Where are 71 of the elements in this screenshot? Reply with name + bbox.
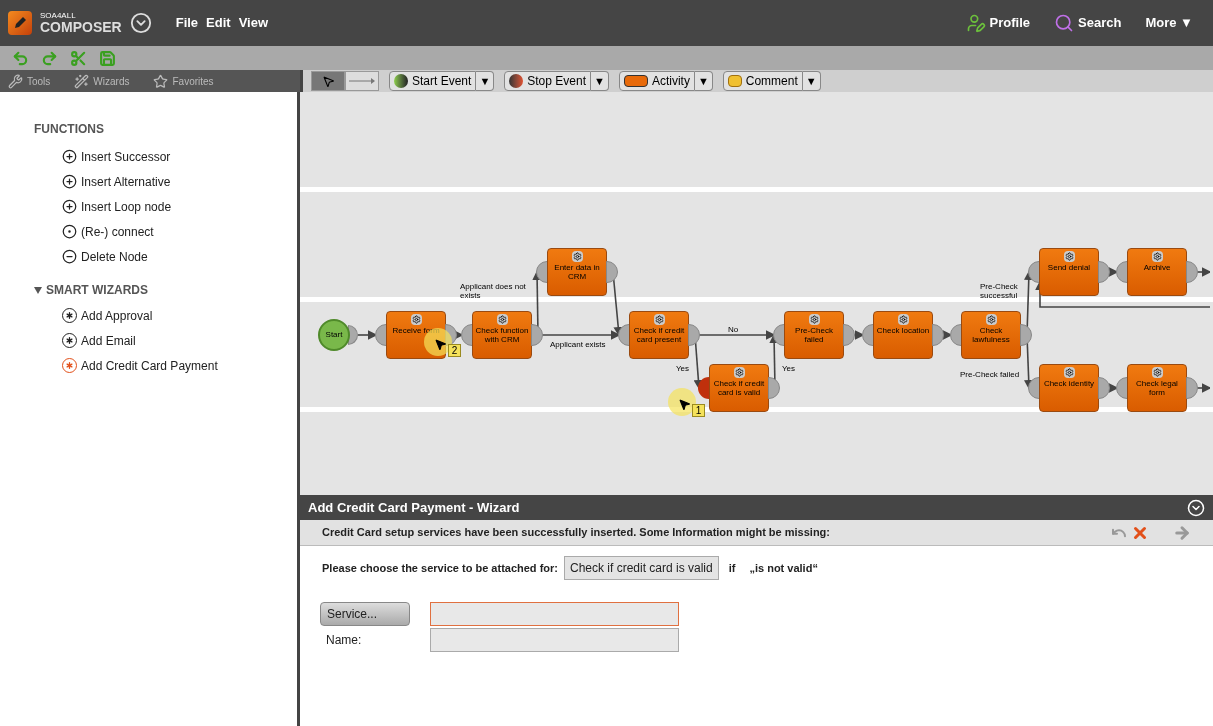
activity-node[interactable]: Check if credit card present [629, 311, 689, 359]
service-button[interactable]: Service... [320, 602, 410, 626]
activity-node[interactable]: Enter data in CRM [547, 248, 607, 296]
status-message: Credit Card setup services have been successfully inserted. Some Information might be missing: [322, 525, 830, 541]
header-link[interactable]: Search [1078, 13, 1122, 33]
palette-label: Activity [651, 73, 690, 90]
node-label: Check lawfulness [971, 326, 1011, 344]
palette-item[interactable]: Activity [618, 71, 695, 91]
service-field[interactable]: Check if credit card is valid [564, 556, 719, 580]
step-badge: 2 [448, 344, 461, 357]
palette-label: Comment [745, 73, 798, 90]
header-link[interactable]: More ▼ [1145, 13, 1193, 33]
step-badge: 1 [692, 404, 705, 417]
function-item[interactable]: Delete Node [81, 247, 148, 266]
palette-item[interactable]: Start Event [389, 71, 477, 91]
node-label: Check identity [1042, 379, 1096, 388]
edge-label: Pre-Check failed [960, 370, 1021, 379]
function-item[interactable]: Insert Loop node [81, 197, 172, 216]
node-label: Check legal form [1135, 379, 1179, 397]
edge-label: Yes [782, 364, 797, 373]
node-label: Check if credit card present [632, 326, 686, 344]
node-label: Archive [1142, 263, 1172, 272]
activity-node[interactable]: Check lawfulness [961, 311, 1021, 359]
field-label: Name: [325, 632, 363, 649]
if-text: if [728, 560, 736, 576]
function-item[interactable]: (Re-) connect [81, 222, 154, 241]
node-label: Enter data in CRM [553, 263, 601, 281]
wizard-item[interactable]: Add Email [81, 331, 136, 350]
menu-item[interactable]: Edit [206, 13, 231, 33]
section-title: SMART WIZARDS [46, 282, 148, 299]
wizard-title: Add Credit Card Payment - Wizard [308, 498, 520, 517]
node-label: Check if credit card is valid [712, 379, 766, 397]
activity-node[interactable]: Pre-Check failed [784, 311, 844, 359]
menu-item[interactable]: View [238, 13, 269, 33]
logo-text: COMPOSER [40, 20, 122, 34]
activity-node[interactable]: Archive [1127, 248, 1187, 296]
node-label: Send denial [1046, 263, 1092, 272]
menu-item[interactable]: File [175, 13, 199, 33]
palette-item[interactable]: Comment [722, 71, 803, 91]
activity-node[interactable]: Check legal form [1127, 364, 1187, 412]
header-link[interactable]: Profile [989, 13, 1031, 33]
edge-label: No [728, 325, 740, 334]
wizard-item[interactable]: Add Approval [81, 306, 153, 325]
node-label: Pre-Check failed [794, 326, 834, 344]
panel-tab[interactable]: Favorites [172, 73, 214, 89]
edge-label: Yes [676, 364, 691, 373]
edge-label: Pre-Check successful [980, 282, 1019, 300]
start-node[interactable]: Start [318, 319, 350, 351]
logo-small-text: SOA4ALL [40, 12, 77, 20]
condition-text: „is not valid“ [749, 560, 818, 576]
section-title: FUNCTIONS [34, 121, 105, 138]
node-label: Check function with CRM [474, 326, 530, 344]
node-label: Check location [875, 326, 931, 335]
edge-label: Applicant does not exists [460, 282, 526, 300]
palette-item[interactable]: Stop Event [504, 71, 591, 91]
function-item[interactable]: Insert Alternative [81, 172, 171, 191]
activity-node[interactable]: Check if credit card is valid [709, 364, 769, 412]
node-label: Receive form [391, 326, 441, 335]
activity-node[interactable]: Check identity [1039, 364, 1099, 412]
edge-label: Applicant exists [550, 340, 607, 349]
panel-tab[interactable]: Wizards [93, 73, 130, 89]
activity-node[interactable]: Check location [873, 311, 933, 359]
palette-label: Start Event [412, 73, 472, 90]
prompt-text: Please choose the service to be attached for: [322, 560, 558, 576]
function-item[interactable]: Insert Successor [81, 147, 171, 166]
activity-node[interactable]: Check function with CRM [472, 311, 532, 359]
panel-tab[interactable]: Tools [27, 73, 51, 89]
wizard-item[interactable]: Add Credit Card Payment [81, 356, 218, 375]
node-label: Start [325, 329, 343, 341]
palette-label: Stop Event [527, 73, 586, 90]
activity-node[interactable]: Send denial [1039, 248, 1099, 296]
